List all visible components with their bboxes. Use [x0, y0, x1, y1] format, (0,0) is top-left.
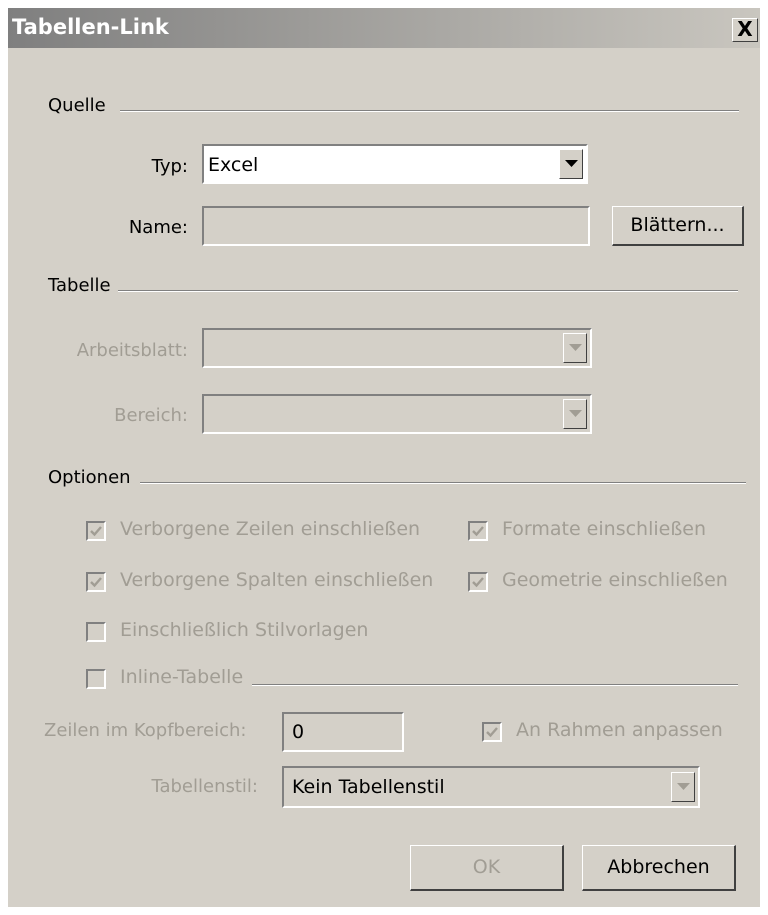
geometrie-checkbox[interactable]: [468, 572, 488, 592]
verborgene-spalten-checkbox[interactable]: [86, 572, 106, 592]
inline-tabelle-checkbox[interactable]: [86, 669, 106, 689]
name-field[interactable]: [202, 206, 590, 246]
browse-button-label: Blättern...: [630, 214, 725, 236]
ok-button-label: OK: [472, 856, 501, 878]
chevron-down-icon: [677, 783, 690, 790]
bereich-dropdown-button[interactable]: [563, 399, 587, 429]
verborgene-spalten-label: Verborgene Spalten einschließen: [120, 569, 434, 591]
bereich-label: Bereich:: [114, 405, 188, 426]
tabellenstil-select[interactable]: Kein Tabellenstil: [282, 766, 700, 808]
tabellenstil-label: Tabellenstil:: [151, 776, 258, 797]
rahmen-anpassen-label: An Rahmen anpassen: [516, 719, 723, 741]
close-icon: X: [737, 17, 753, 41]
name-label: Name:: [128, 217, 188, 238]
kopfbereich-field[interactable]: 0: [282, 712, 404, 752]
quelle-section-label: Quelle: [48, 95, 106, 116]
chevron-down-icon: [569, 410, 582, 417]
cancel-button-label: Abbrechen: [607, 856, 710, 878]
typ-label: Typ:: [151, 156, 188, 177]
verborgene-zeilen-label: Verborgene Zeilen einschließen: [120, 518, 421, 540]
checkmark-icon: [90, 577, 102, 588]
inline-tabelle-label: Inline-Tabelle: [120, 666, 244, 688]
stilvorlagen-label: Einschließlich Stilvorlagen: [120, 619, 369, 641]
kopfbereich-value: 0: [292, 721, 305, 743]
formate-checkbox[interactable]: [468, 521, 488, 541]
checkmark-icon: [90, 526, 102, 537]
rahmen-anpassen-checkbox[interactable]: [482, 722, 502, 742]
tabelle-divider: [118, 290, 738, 292]
typ-dropdown-button[interactable]: [559, 149, 583, 179]
checkmark-icon: [486, 727, 498, 738]
checkmark-icon: [472, 526, 484, 537]
geometrie-label: Geometrie einschließen: [502, 569, 728, 591]
chevron-down-icon: [565, 160, 578, 167]
window-title: Tabellen-Link: [12, 15, 169, 39]
inline-tabelle-divider: [252, 684, 738, 686]
typ-select[interactable]: Excel: [202, 144, 588, 184]
formate-label: Formate einschließen: [502, 518, 707, 540]
tabelle-section-label: Tabelle: [48, 275, 111, 296]
quelle-divider: [120, 110, 739, 112]
checkmark-icon: [472, 577, 484, 588]
arbeitsblatt-select[interactable]: [202, 328, 592, 368]
bereich-select[interactable]: [202, 394, 592, 434]
tabellenstil-value: Kein Tabellenstil: [292, 776, 445, 798]
optionen-divider: [140, 482, 746, 484]
ok-button[interactable]: OK: [410, 845, 564, 891]
optionen-section-label: Optionen: [48, 467, 131, 488]
browse-button[interactable]: Blättern...: [612, 206, 744, 246]
cancel-button[interactable]: Abbrechen: [582, 845, 736, 891]
tabellen-link-dialog: Tabellen-Link X Quelle Typ: Excel Name: …: [8, 8, 760, 907]
tabellenstil-dropdown-button[interactable]: [671, 772, 695, 802]
verborgene-zeilen-checkbox[interactable]: [86, 521, 106, 541]
stilvorlagen-checkbox[interactable]: [86, 622, 106, 642]
close-button[interactable]: X: [732, 18, 758, 42]
title-bar[interactable]: Tabellen-Link X: [8, 8, 760, 48]
typ-select-value: Excel: [208, 154, 259, 176]
arbeitsblatt-dropdown-button[interactable]: [563, 333, 587, 363]
kopfbereich-label: Zeilen im Kopfbereich:: [44, 720, 247, 741]
chevron-down-icon: [569, 344, 582, 351]
arbeitsblatt-label: Arbeitsblatt:: [76, 340, 188, 361]
